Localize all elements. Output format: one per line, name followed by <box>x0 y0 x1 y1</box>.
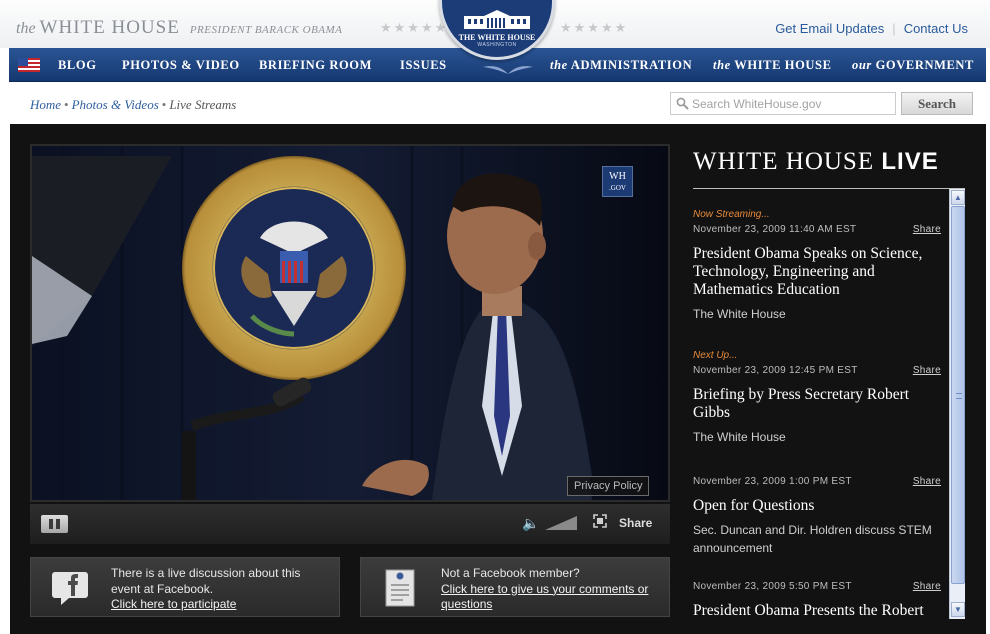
us-flag-icon <box>18 58 40 72</box>
nav-white-house[interactable]: the WHITE HOUSE <box>713 58 832 73</box>
event-date: November 23, 2009 11:40 AM EST Share <box>693 224 941 235</box>
facebook-discussion-box: There is a live discussion about this ev… <box>30 557 340 617</box>
wh-logo-line2: .GOV <box>609 184 626 192</box>
schedule-item: Now Streaming... November 23, 2009 11:40… <box>693 209 941 323</box>
search-input[interactable] <box>692 96 890 112</box>
nav-our-government-prefix: our <box>852 58 872 72</box>
contact-link[interactable]: Contact Us <box>904 21 968 36</box>
event-source: The White House <box>693 430 786 444</box>
pause-icon-bar-left <box>49 519 53 529</box>
breadcrumb-home[interactable]: Home <box>30 97 61 112</box>
eagle-wing-ornament-icon <box>483 66 533 74</box>
schedule-scrollbar[interactable]: ▲ ▼ <box>949 189 965 619</box>
wh-logo-line1: WH <box>609 171 626 182</box>
facebook-participate-link[interactable]: Click here to participate <box>111 597 333 613</box>
scrollbar-grip-icon <box>956 393 962 399</box>
live-stream-stage: WH .GOV Privacy Policy 🔈 Share There is a… <box>10 124 986 634</box>
link-divider: | <box>892 21 896 36</box>
not-facebook-member-text: Not a Facebook member? <box>441 566 580 580</box>
comments-box: Not a Facebook member? Click here to giv… <box>360 557 670 617</box>
nav-blog[interactable]: BLOG <box>58 58 97 73</box>
event-date: November 23, 2009 12:45 PM EST Share <box>693 365 941 376</box>
video-control-bar: 🔈 Share <box>30 504 670 544</box>
schedule-item: November 23, 2009 5:50 PM EST Share Presi… <box>693 577 941 619</box>
nav-white-house-prefix: the <box>713 58 731 72</box>
event-title[interactable]: Briefing by Press Secretary Robert Gibbs <box>693 386 941 422</box>
nav-administration-label: ADMINISTRATION <box>570 58 693 72</box>
schedule-item: November 23, 2009 1:00 PM EST Share Open … <box>693 472 941 557</box>
schedule-item: Next Up... November 23, 2009 12:45 PM ES… <box>693 350 941 446</box>
video-frame-image <box>32 146 668 500</box>
event-source: Sec. Duncan and Dir. Holdren discuss STE… <box>693 523 932 555</box>
breadcrumb-photos-videos[interactable]: Photos & Videos <box>72 97 159 112</box>
privacy-policy-link[interactable]: Privacy Policy <box>567 476 650 496</box>
event-date-text: November 23, 2009 1:00 PM EST <box>693 476 852 487</box>
live-heading-bold: LIVE <box>881 148 939 175</box>
comments-text-block: Not a Facebook member? Click here to giv… <box>441 566 663 613</box>
site-subtitle: PRESIDENT BARACK OBAMA <box>189 24 343 36</box>
nav-our-government[interactable]: our GOVERNMENT <box>852 58 974 73</box>
volume-icon[interactable]: 🔈 <box>522 515 539 532</box>
event-status: Now Streaming... <box>693 209 770 220</box>
white-house-building-icon <box>464 10 530 29</box>
site-title-prefix: the <box>16 20 36 37</box>
facebook-discussion-text: There is a live discussion about this ev… <box>111 566 301 596</box>
search-box[interactable] <box>670 92 896 115</box>
live-heading-main: WHITE HOUSE <box>693 148 875 175</box>
nav-our-government-label: GOVERNMENT <box>875 58 974 72</box>
seal-title: THE WHITE HOUSE <box>458 33 536 42</box>
event-status: Next Up... <box>693 350 738 361</box>
pause-button[interactable] <box>41 515 68 533</box>
live-schedule-list: Now Streaming... November 23, 2009 11:40… <box>693 189 948 619</box>
event-title[interactable]: Open for Questions <box>693 497 941 515</box>
comment-form-document-icon <box>385 569 415 607</box>
search-button[interactable]: Search <box>901 92 973 115</box>
nav-briefing-room[interactable]: BRIEFING ROOM <box>259 58 372 73</box>
utility-links: Get Email Updates | Contact Us <box>775 21 968 36</box>
video-player[interactable]: WH .GOV Privacy Policy <box>30 144 670 502</box>
breadcrumb-current: Live Streams <box>169 97 237 112</box>
event-share-link[interactable]: Share <box>913 581 941 592</box>
decorative-stars-right: ★★★★★ <box>560 20 629 35</box>
site-title-name: WHITE HOUSE <box>39 17 180 38</box>
event-share-link[interactable]: Share <box>913 365 941 376</box>
video-share-button[interactable]: Share <box>619 516 652 530</box>
volume-slider[interactable] <box>545 516 577 530</box>
give-comments-link[interactable]: Click here to give us your comments or q… <box>441 582 663 613</box>
scrollbar-thumb[interactable] <box>951 206 965 584</box>
scroll-up-arrow-icon[interactable]: ▲ <box>951 190 965 205</box>
event-title[interactable]: President Obama Presents the Robert <box>693 602 941 619</box>
nav-administration-prefix: the <box>550 58 568 72</box>
event-source: The White House <box>693 307 786 321</box>
nav-white-house-label: WHITE HOUSE <box>734 58 832 72</box>
search-icon <box>676 97 689 110</box>
white-house-live-heading: WHITE HOUSE LIVE <box>693 148 939 176</box>
event-date: November 23, 2009 5:50 PM EST Share <box>693 581 941 592</box>
pause-icon-bar-right <box>56 519 60 529</box>
site-title[interactable]: the WHITE HOUSE PRESIDENT BARACK OBAMA <box>16 17 342 39</box>
event-title[interactable]: President Obama Speaks on Science, Techn… <box>693 245 941 299</box>
facebook-chat-icon <box>52 572 88 605</box>
seal-subtitle: WASHINGTON <box>477 42 517 48</box>
nav-administration[interactable]: the ADMINISTRATION <box>550 58 692 73</box>
nav-issues[interactable]: ISSUES <box>400 58 447 73</box>
event-date: November 23, 2009 1:00 PM EST Share <box>693 476 941 487</box>
breadcrumb-separator: • <box>161 97 167 112</box>
breadcrumb-separator: • <box>64 97 69 112</box>
fullscreen-icon[interactable] <box>593 514 607 528</box>
event-date-text: November 23, 2009 11:40 AM EST <box>693 224 857 235</box>
event-share-link[interactable]: Share <box>913 476 941 487</box>
nav-photos-video[interactable]: PHOTOS & VIDEO <box>122 58 240 73</box>
breadcrumb: Home • Photos & Videos • Live Streams <box>30 97 236 113</box>
event-date-text: November 23, 2009 12:45 PM EST <box>693 365 858 376</box>
decorative-stars-left: ★★★★★ <box>380 20 449 35</box>
facebook-discussion-text-block: There is a live discussion about this ev… <box>111 566 333 613</box>
event-share-link[interactable]: Share <box>913 224 941 235</box>
scroll-down-arrow-icon[interactable]: ▼ <box>951 602 965 617</box>
event-date-text: November 23, 2009 5:50 PM EST <box>693 581 852 592</box>
wh-gov-watermark-logo: WH .GOV <box>602 166 633 197</box>
breadcrumb-search-row: Home • Photos & Videos • Live Streams Search <box>9 82 986 124</box>
email-updates-link[interactable]: Get Email Updates <box>775 21 884 36</box>
